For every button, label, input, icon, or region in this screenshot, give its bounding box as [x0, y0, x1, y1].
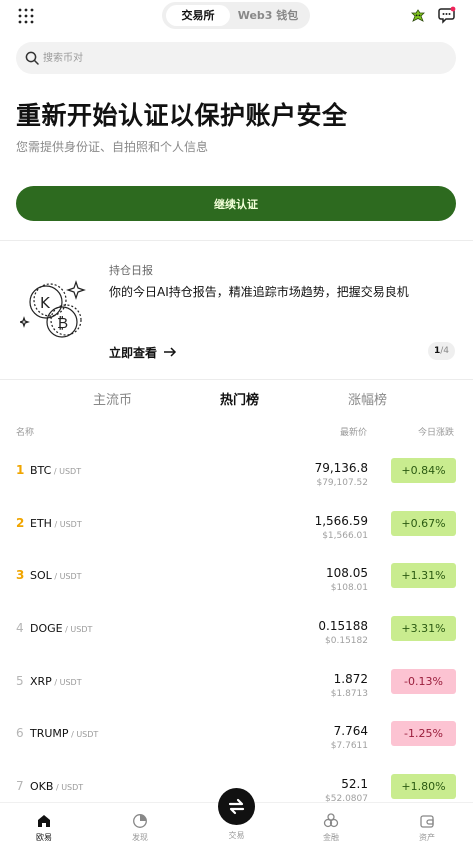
row-quote: / USDT: [51, 467, 82, 476]
home-icon: [38, 815, 50, 827]
divider: [0, 379, 473, 380]
alien-mascot-icon[interactable]: [411, 9, 425, 23]
tab-hot-list[interactable]: 热门榜: [220, 392, 259, 410]
nav-assets[interactable]: 资产: [397, 813, 457, 843]
row-price: 0.15188: [318, 619, 368, 633]
row-usd-price: $79,107.52: [316, 478, 368, 488]
apps-grid-icon[interactable]: [18, 8, 34, 24]
row-rank: 1: [16, 463, 25, 477]
row-rank: 3: [16, 568, 25, 582]
row-rank: 5: [16, 674, 24, 688]
row-price: 52.1: [341, 777, 368, 791]
row-base: OKB: [30, 780, 54, 793]
carousel-pager: 1/4: [428, 342, 455, 360]
row-rank: 6: [16, 726, 24, 740]
row-rank: 7: [16, 779, 24, 793]
row-symbol: SOL / USDT: [30, 569, 82, 582]
row-quote: / USDT: [51, 572, 82, 581]
row-base: BTC: [30, 464, 52, 477]
row-base: DOGE: [30, 622, 63, 635]
svg-text:₿: ₿: [57, 314, 68, 332]
row-usd-price: $0.15182: [325, 636, 368, 646]
column-name-header: 名称: [16, 428, 35, 438]
row-change-badge: +1.80%: [391, 774, 456, 799]
swap-arrows-icon: [228, 798, 245, 815]
verify-title: 重新开始认证以保护账户安全: [16, 101, 348, 130]
row-price: 79,136.8: [314, 461, 368, 475]
report-text: 你的今日AI持仓报告，精准追踪市场趋势，把握交易良机: [109, 285, 409, 299]
nav-earn-label: 金融: [323, 833, 339, 842]
row-symbol: DOGE / USDT: [30, 622, 92, 635]
nav-trade-label: 交易: [228, 831, 245, 840]
wallet-icon: [420, 815, 434, 828]
row-usd-price: $1,566.01: [322, 531, 368, 541]
pager-total: /4: [440, 346, 450, 356]
nav-home[interactable]: 欧易: [14, 813, 74, 843]
row-rank: 2: [16, 516, 25, 530]
row-base: TRUMP: [30, 727, 69, 740]
nav-earn[interactable]: 金融: [301, 813, 361, 843]
row-base: ETH: [30, 517, 52, 530]
trade-button[interactable]: [218, 788, 255, 825]
top-bar: 交易所 Web3 钱包: [0, 0, 473, 36]
discover-icon: [133, 814, 147, 828]
row-rank: 4: [16, 621, 24, 635]
app-screen: 交易所 Web3 钱包 重新开始认证以保护账户安全 您需提供身份证、自拍照和个人…: [0, 0, 473, 846]
row-change-badge: +3.31%: [391, 616, 456, 641]
continue-verification-button[interactable]: 继续认证: [16, 186, 456, 221]
earn-icon: [323, 813, 339, 828]
report-tag: 持仓日报: [109, 264, 153, 277]
row-quote: / USDT: [51, 520, 82, 529]
row-symbol: OKB / USDT: [30, 780, 83, 793]
tab-exchange[interactable]: 交易所: [166, 5, 230, 26]
message-icon[interactable]: [438, 6, 456, 24]
divider: [0, 240, 473, 241]
row-price: 1.872: [333, 672, 368, 686]
search-input[interactable]: [43, 42, 443, 74]
nav-discover[interactable]: 发现: [110, 813, 170, 843]
coins-illustration-icon: K ₿: [20, 280, 86, 338]
column-price-header: 最新价: [340, 428, 368, 438]
tab-web3-wallet[interactable]: Web3 钱包: [232, 5, 304, 26]
tab-gainers[interactable]: 涨幅榜: [348, 392, 387, 410]
row-symbol: TRUMP / USDT: [30, 727, 98, 740]
row-change-badge: -1.25%: [391, 721, 456, 746]
row-change-badge: +1.31%: [391, 563, 456, 588]
row-change-badge: -0.13%: [391, 669, 456, 694]
row-base: SOL: [30, 569, 52, 582]
search-icon: [25, 51, 39, 65]
row-usd-price: $108.01: [330, 583, 368, 593]
tab-mainstream[interactable]: 主流币: [93, 392, 132, 410]
row-change-badge: +0.84%: [391, 458, 456, 483]
row-quote: / USDT: [68, 730, 99, 739]
nav-home-label: 欧易: [36, 833, 52, 842]
arrow-right-icon: [164, 347, 177, 357]
view-now-link[interactable]: 立即查看: [109, 343, 177, 361]
row-price: 1,566.59: [314, 514, 368, 528]
view-now-label: 立即查看: [109, 345, 158, 360]
nav-assets-label: 资产: [419, 833, 435, 842]
row-symbol: ETH / USDT: [30, 517, 82, 530]
row-base: XRP: [30, 675, 52, 688]
verify-subtitle: 您需提供身份证、自拍照和个人信息: [16, 140, 209, 154]
column-change-header: 今日涨跌: [418, 428, 455, 438]
row-price: 108.05: [326, 566, 368, 580]
row-symbol: BTC / USDT: [30, 464, 81, 477]
svg-text:K: K: [40, 294, 51, 312]
row-change-badge: +0.67%: [391, 511, 456, 536]
row-quote: / USDT: [51, 678, 82, 687]
exchange-wallet-switch: 交易所 Web3 钱包: [162, 2, 310, 29]
search-bar[interactable]: [16, 42, 456, 74]
nav-discover-label: 发现: [132, 833, 148, 842]
row-quote: / USDT: [53, 783, 84, 792]
row-price: 7.764: [333, 724, 368, 738]
row-quote: / USDT: [62, 625, 93, 634]
row-symbol: XRP / USDT: [30, 675, 82, 688]
row-usd-price: $7.7611: [330, 741, 368, 751]
row-usd-price: $1.8713: [330, 689, 368, 699]
